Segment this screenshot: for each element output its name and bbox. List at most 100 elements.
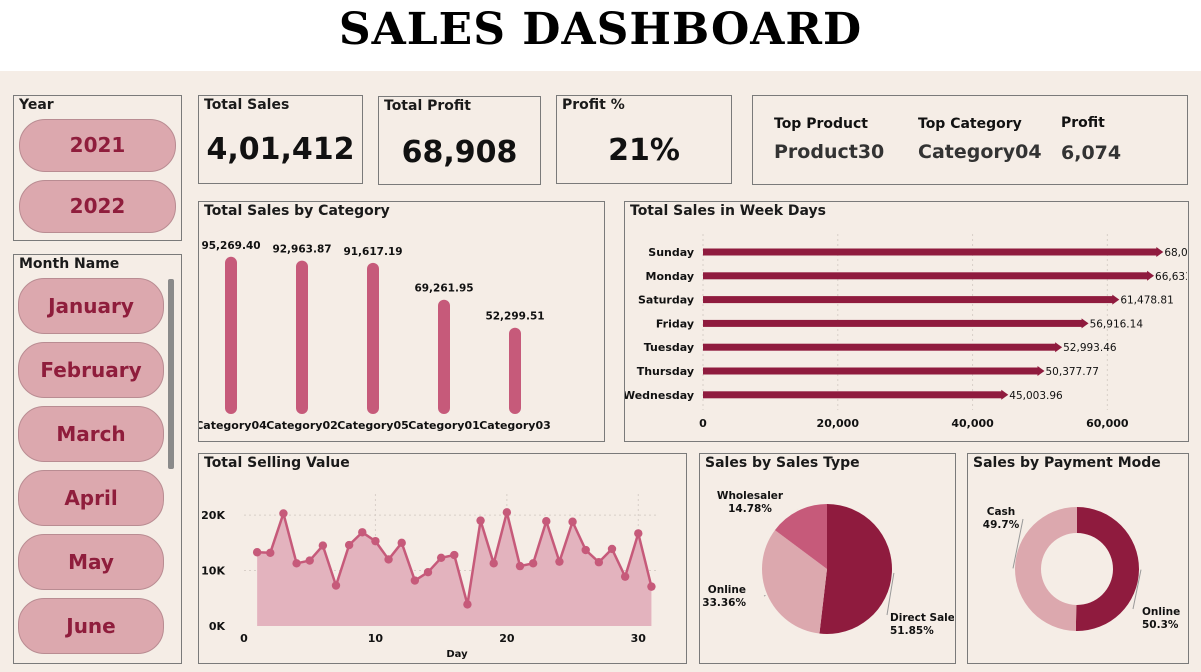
category-bar-value-label: 69,261.95 bbox=[414, 283, 473, 295]
month-april-button[interactable]: April bbox=[18, 470, 164, 526]
selling-point bbox=[279, 509, 288, 518]
selling-point bbox=[647, 582, 656, 591]
selling-axis-tick-label: 0 bbox=[240, 632, 248, 645]
selling-point bbox=[371, 536, 380, 546]
month-march-button[interactable]: March bbox=[18, 406, 164, 462]
category-bar-value-label: 92,963.87 bbox=[272, 244, 331, 256]
top-summary-card: Top Product Product30 Top Category Categ… bbox=[752, 95, 1188, 185]
month-slicer: Month Name January February March April … bbox=[13, 254, 182, 664]
weekday-axis-tick-label: 60,000 bbox=[1086, 417, 1129, 430]
month-scrollbar[interactable] bbox=[168, 279, 174, 469]
selling-point bbox=[515, 561, 525, 571]
category-chart-panel: Total Sales by Category 95,269.40 Categor… bbox=[198, 201, 605, 442]
weekday-axis-tick-label: 20,000 bbox=[817, 417, 860, 430]
top-category-value: Category04 bbox=[918, 141, 1042, 163]
weekday-bar-arrow bbox=[1112, 294, 1120, 305]
category-bar bbox=[509, 327, 521, 414]
selling-point bbox=[476, 516, 485, 525]
selling-point bbox=[502, 508, 512, 517]
sales-type-slice-value-label: 14.78% bbox=[728, 503, 772, 515]
profit-percent-value: 21% bbox=[608, 133, 680, 168]
page-title: SALES DASHBOARD bbox=[338, 4, 863, 55]
year-2021-button[interactable]: 2021 bbox=[19, 119, 176, 172]
weekday-bar-value-label: 66,633.22 bbox=[1155, 271, 1187, 283]
weekday-bar-arrow bbox=[1156, 247, 1164, 257]
selling-point bbox=[266, 548, 275, 557]
weekday-bar-value-label: 56,916.14 bbox=[1090, 318, 1144, 330]
sales-type-panel: Sales by Sales Type Direct Sales51.85%On… bbox=[699, 453, 956, 664]
category-chart: 95,269.40 Category04 92,963.87 Category02 91… bbox=[199, 240, 551, 432]
weekday-chart: 0 20,000 40,000 60,000 Sunday 68,008.56 Monday… bbox=[625, 234, 1187, 430]
year-2022-button[interactable]: 2022 bbox=[19, 180, 176, 233]
sales-type-slice bbox=[819, 504, 892, 634]
selling-point bbox=[318, 541, 328, 550]
sales-type-slice-label: Wholesaler bbox=[717, 490, 784, 502]
month-february-button[interactable]: February bbox=[18, 342, 164, 398]
selling-area bbox=[257, 512, 652, 626]
weekday-axis-label: Sunday bbox=[648, 246, 694, 259]
weekday-bar-value-label: 68,008.56 bbox=[1164, 247, 1187, 259]
payment-mode-panel: Sales by Payment Mode Online 50.3% Cash 49.… bbox=[967, 453, 1189, 664]
selling-point bbox=[607, 544, 617, 554]
selling-point bbox=[594, 558, 604, 567]
sales-type-chart: Direct Sales51.85% Online33.36% Wholesaler… bbox=[702, 490, 954, 637]
selling-point bbox=[436, 553, 446, 562]
selling-axis-tick-label: 20K bbox=[201, 509, 225, 522]
weekday-bar bbox=[703, 296, 1114, 304]
weekday-axis-label: Wednesday bbox=[625, 389, 694, 402]
selling-axis-tick-label: 20 bbox=[499, 632, 515, 645]
selling-point bbox=[620, 572, 630, 581]
month-may-button[interactable]: May bbox=[18, 534, 164, 590]
top-product-value: Product30 bbox=[774, 141, 885, 163]
weekday-bar bbox=[703, 272, 1149, 280]
sales-type-slice-label: Direct Sales bbox=[890, 612, 954, 624]
selling-axis-tick-label: 0K bbox=[209, 620, 226, 633]
sales-type-slice-value-label: 33.36% bbox=[702, 597, 746, 609]
weekday-bar-value-label: 50,377.77 bbox=[1046, 366, 1099, 378]
month-january-button[interactable]: January bbox=[18, 278, 164, 334]
payment-slice-label: Cash bbox=[987, 506, 1016, 518]
weekday-bar bbox=[703, 248, 1158, 256]
sales-type-slice-value-label: 51.85% bbox=[890, 625, 934, 637]
weekday-chart-panel: Total Sales in Week Days 0 20,000 40,000 60… bbox=[624, 201, 1189, 442]
weekday-bar bbox=[703, 319, 1083, 327]
weekday-bar bbox=[703, 343, 1057, 351]
top-category-label: Top Category bbox=[918, 116, 1022, 132]
weekday-bar-value-label: 45,003.96 bbox=[1009, 390, 1063, 402]
category-axis-label: Category01 bbox=[408, 419, 480, 432]
year-slicer: Year 2021 2022 bbox=[13, 95, 182, 241]
weekday-bar-value-label: 61,478.81 bbox=[1120, 295, 1173, 307]
selling-axis-tick-label: 10 bbox=[368, 632, 384, 645]
total-sales-label: Total Sales bbox=[204, 97, 290, 113]
payment-slice bbox=[1075, 507, 1139, 631]
weekday-bar-arrow bbox=[1055, 342, 1063, 353]
selling-point bbox=[305, 556, 314, 565]
selling-point bbox=[463, 600, 472, 609]
selling-point bbox=[252, 548, 262, 557]
top-profit-value: 6,074 bbox=[1061, 142, 1122, 164]
category-axis-label: Category02 bbox=[266, 419, 338, 432]
category-bar-value-label: 52,299.51 bbox=[485, 311, 544, 323]
selling-axis-tick-label: 10K bbox=[201, 565, 225, 578]
payment-mode-chart: Online50.3% Cash49.7% bbox=[983, 506, 1180, 631]
selling-point bbox=[397, 538, 406, 548]
category-axis-label: Category05 bbox=[337, 419, 409, 432]
category-axis-label: Category03 bbox=[479, 419, 551, 432]
selling-point bbox=[423, 568, 433, 577]
selling-point bbox=[358, 528, 367, 537]
category-bar-value-label: 91,617.19 bbox=[343, 246, 402, 258]
total-sales-card: Total Sales 4,01,412 bbox=[198, 95, 363, 184]
total-profit-label: Total Profit bbox=[384, 98, 471, 114]
weekday-axis-label: Thursday bbox=[637, 365, 694, 378]
payment-slice-label: Online bbox=[1142, 606, 1180, 618]
selling-point bbox=[344, 540, 354, 550]
month-june-button[interactable]: June bbox=[18, 598, 164, 654]
weekday-bar-arrow bbox=[1081, 318, 1089, 329]
profit-percent-card: Profit % 21% bbox=[556, 95, 732, 184]
selling-point bbox=[555, 557, 564, 566]
category-bar bbox=[367, 262, 379, 414]
weekday-bar-value-label: 52,993.46 bbox=[1063, 342, 1117, 354]
selling-point bbox=[410, 576, 420, 585]
weekday-bar-arrow bbox=[1001, 389, 1009, 400]
selling-chart-panel: Total Selling Value 0K 10K 20K 0 10 20 30 Day bbox=[198, 453, 687, 664]
